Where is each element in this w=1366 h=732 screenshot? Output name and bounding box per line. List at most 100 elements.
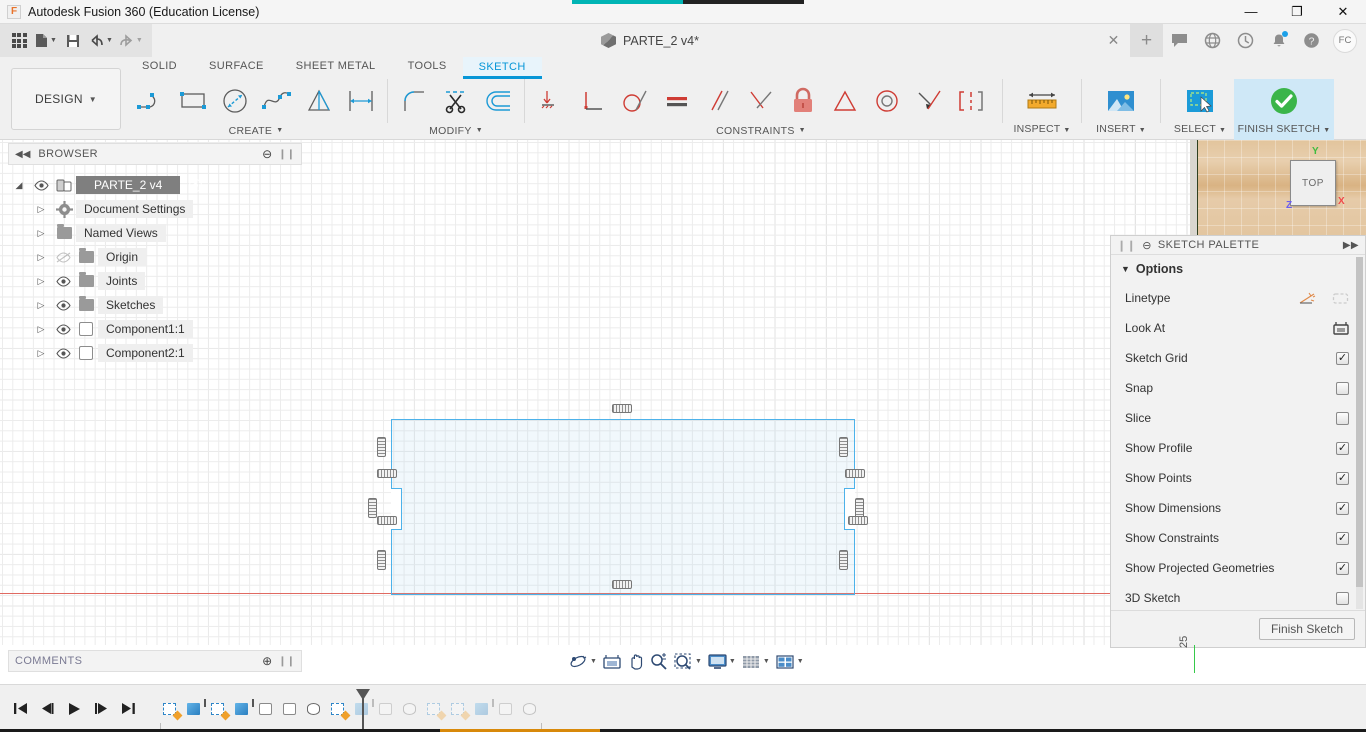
pan-hand-icon[interactable]: [624, 648, 647, 675]
expand-arrow-icon[interactable]: ▷: [30, 324, 52, 335]
trim-icon[interactable]: [435, 80, 477, 122]
option-look-at[interactable]: Look At: [1111, 313, 1365, 343]
document-tab[interactable]: PARTE_2 v4*: [593, 24, 713, 57]
activate-component-radio[interactable]: [189, 178, 203, 192]
close-tab-icon[interactable]: ✕: [1097, 24, 1130, 57]
visibility-eye-icon[interactable]: [52, 299, 74, 311]
option-linetype[interactable]: Linetype: [1111, 283, 1365, 313]
perpendicular-icon[interactable]: [572, 80, 614, 122]
coincident-icon[interactable]: [908, 80, 950, 122]
option-show-profile[interactable]: Show Profile ✓: [1111, 433, 1365, 463]
fix-constraint-icon[interactable]: [848, 516, 868, 525]
sidebar-item-sketches[interactable]: ▷ Sketches: [8, 293, 302, 317]
spline-icon[interactable]: [256, 80, 298, 122]
3d-sketch-checkbox[interactable]: [1336, 591, 1349, 605]
fix-constraint-icon[interactable]: [377, 550, 386, 570]
comments-icon[interactable]: [1163, 24, 1196, 57]
timeline-feature-extrude[interactable]: [232, 698, 254, 720]
circle-icon[interactable]: [214, 80, 256, 122]
option-show-points[interactable]: Show Points ✓: [1111, 463, 1365, 493]
visibility-eye-icon[interactable]: [52, 323, 74, 335]
line-icon[interactable]: [130, 80, 172, 122]
timeline-feature-sketch[interactable]: [328, 698, 351, 720]
visibility-eye-icon[interactable]: [52, 275, 74, 287]
viewports-icon[interactable]: ▼: [773, 648, 807, 675]
sketch-rectangle-profile[interactable]: [391, 419, 855, 595]
option-show-projected-geometries[interactable]: Show Projected Geometries ✓: [1111, 553, 1365, 583]
expand-arrow-icon[interactable]: ▷: [30, 204, 52, 215]
rectangle-icon[interactable]: [172, 80, 214, 122]
tab-surface[interactable]: SURFACE: [193, 57, 280, 79]
option-show-constraints[interactable]: Show Constraints ✓: [1111, 523, 1365, 553]
finish-sketch-button[interactable]: FINISH SKETCH ▼: [1234, 79, 1334, 140]
fix-constraint-icon[interactable]: [368, 498, 377, 518]
visibility-eye-icon[interactable]: [52, 347, 74, 359]
expand-arrow-icon[interactable]: ▷: [30, 300, 52, 311]
comments-grip-icon[interactable]: ❙❙: [278, 656, 295, 667]
concentric-icon[interactable]: [866, 80, 908, 122]
browser-collapse-icon[interactable]: ◀◀: [15, 149, 30, 160]
globe-icon[interactable]: [1196, 24, 1229, 57]
zoom-window-icon[interactable]: ▼: [671, 648, 705, 675]
option-3d-sketch[interactable]: 3D Sketch: [1111, 583, 1365, 610]
horizontal-vertical-icon[interactable]: [530, 80, 572, 122]
panel-constraints-label[interactable]: CONSTRAINTS ▼: [716, 123, 806, 138]
timeline-feature-sketch[interactable]: [424, 698, 447, 720]
display-settings-icon[interactable]: ▼: [705, 648, 739, 675]
palette-collapse-icon[interactable]: ⊖: [1142, 239, 1152, 252]
visibility-eye-off-icon[interactable]: [52, 251, 74, 263]
fix-constraint-icon[interactable]: [845, 469, 865, 478]
palette-grip-icon[interactable]: ❙❙: [1117, 239, 1136, 252]
tree-root-item[interactable]: ◢ PARTE_2 v4: [8, 173, 302, 197]
timeline-feature-hole[interactable]: [280, 698, 302, 720]
snap-checkbox[interactable]: [1336, 381, 1349, 395]
help-icon[interactable]: ?: [1295, 24, 1328, 57]
inspect-button[interactable]: INSPECT ▼: [1008, 79, 1076, 140]
sketch-grid-checkbox[interactable]: ✓: [1336, 351, 1349, 365]
palette-scrollbar[interactable]: [1356, 257, 1363, 609]
linetype-construction-icon[interactable]: [1299, 291, 1316, 306]
timeline-feature-extrude[interactable]: [184, 698, 206, 720]
option-show-dimensions[interactable]: Show Dimensions ✓: [1111, 493, 1365, 523]
sidebar-item-document-settings[interactable]: ▷ Document Settings: [8, 197, 302, 221]
sidebar-item-joints[interactable]: ▷ Joints: [8, 269, 302, 293]
equal-icon[interactable]: [656, 80, 698, 122]
timeline-feature-sketch[interactable]: [208, 698, 231, 720]
expand-arrow-icon[interactable]: ▷: [30, 252, 52, 263]
sidebar-item-origin[interactable]: ▷ Origin: [8, 245, 302, 269]
look-at-icon[interactable]: [1333, 321, 1349, 336]
show-dimensions-checkbox[interactable]: ✓: [1336, 501, 1349, 515]
fix-constraint-icon[interactable]: [612, 580, 632, 589]
tab-sketch[interactable]: SKETCH: [462, 57, 542, 79]
sidebar-item-named-views[interactable]: ▷ Named Views: [8, 221, 302, 245]
show-profile-checkbox[interactable]: ✓: [1336, 441, 1349, 455]
skip-to-start-icon[interactable]: [8, 696, 32, 722]
parallel-icon[interactable]: [698, 80, 740, 122]
visibility-eye-icon[interactable]: [30, 179, 52, 191]
new-tab-button[interactable]: +: [1130, 24, 1163, 57]
fix-constraint-icon[interactable]: [855, 498, 864, 518]
step-forward-icon[interactable]: [89, 696, 113, 722]
options-section-header[interactable]: ▼ Options: [1111, 255, 1365, 283]
browser-grip-icon[interactable]: ❙❙: [278, 149, 295, 160]
panel-modify-label[interactable]: MODIFY ▼: [429, 123, 483, 138]
zoom-icon[interactable]: [647, 648, 671, 675]
save-icon[interactable]: [60, 24, 86, 57]
option-snap[interactable]: Snap: [1111, 373, 1365, 403]
select-button[interactable]: SELECT ▼: [1166, 79, 1234, 140]
close-button[interactable]: ✕: [1320, 0, 1366, 24]
expand-arrow-icon[interactable]: ◢: [8, 180, 30, 191]
timeline-feature-mirror[interactable]: [400, 698, 422, 720]
option-sketch-grid[interactable]: Sketch Grid ✓: [1111, 343, 1365, 373]
skip-to-end-icon[interactable]: [116, 696, 140, 722]
browser-minimize-icon[interactable]: ⊖: [262, 147, 272, 161]
midpoint-icon[interactable]: [824, 80, 866, 122]
redo-icon[interactable]: ▼: [116, 24, 146, 57]
grid-snaps-icon[interactable]: ▼: [739, 648, 773, 675]
view-cube-area[interactable]: TOP Y Z X: [1190, 140, 1366, 235]
timeline-feature-sketch[interactable]: [160, 698, 183, 720]
timeline-feature-hole[interactable]: [496, 698, 518, 720]
play-icon[interactable]: [62, 696, 86, 722]
fix-constraint-icon[interactable]: [377, 469, 397, 478]
linetype-centerline-icon[interactable]: [1332, 291, 1349, 306]
